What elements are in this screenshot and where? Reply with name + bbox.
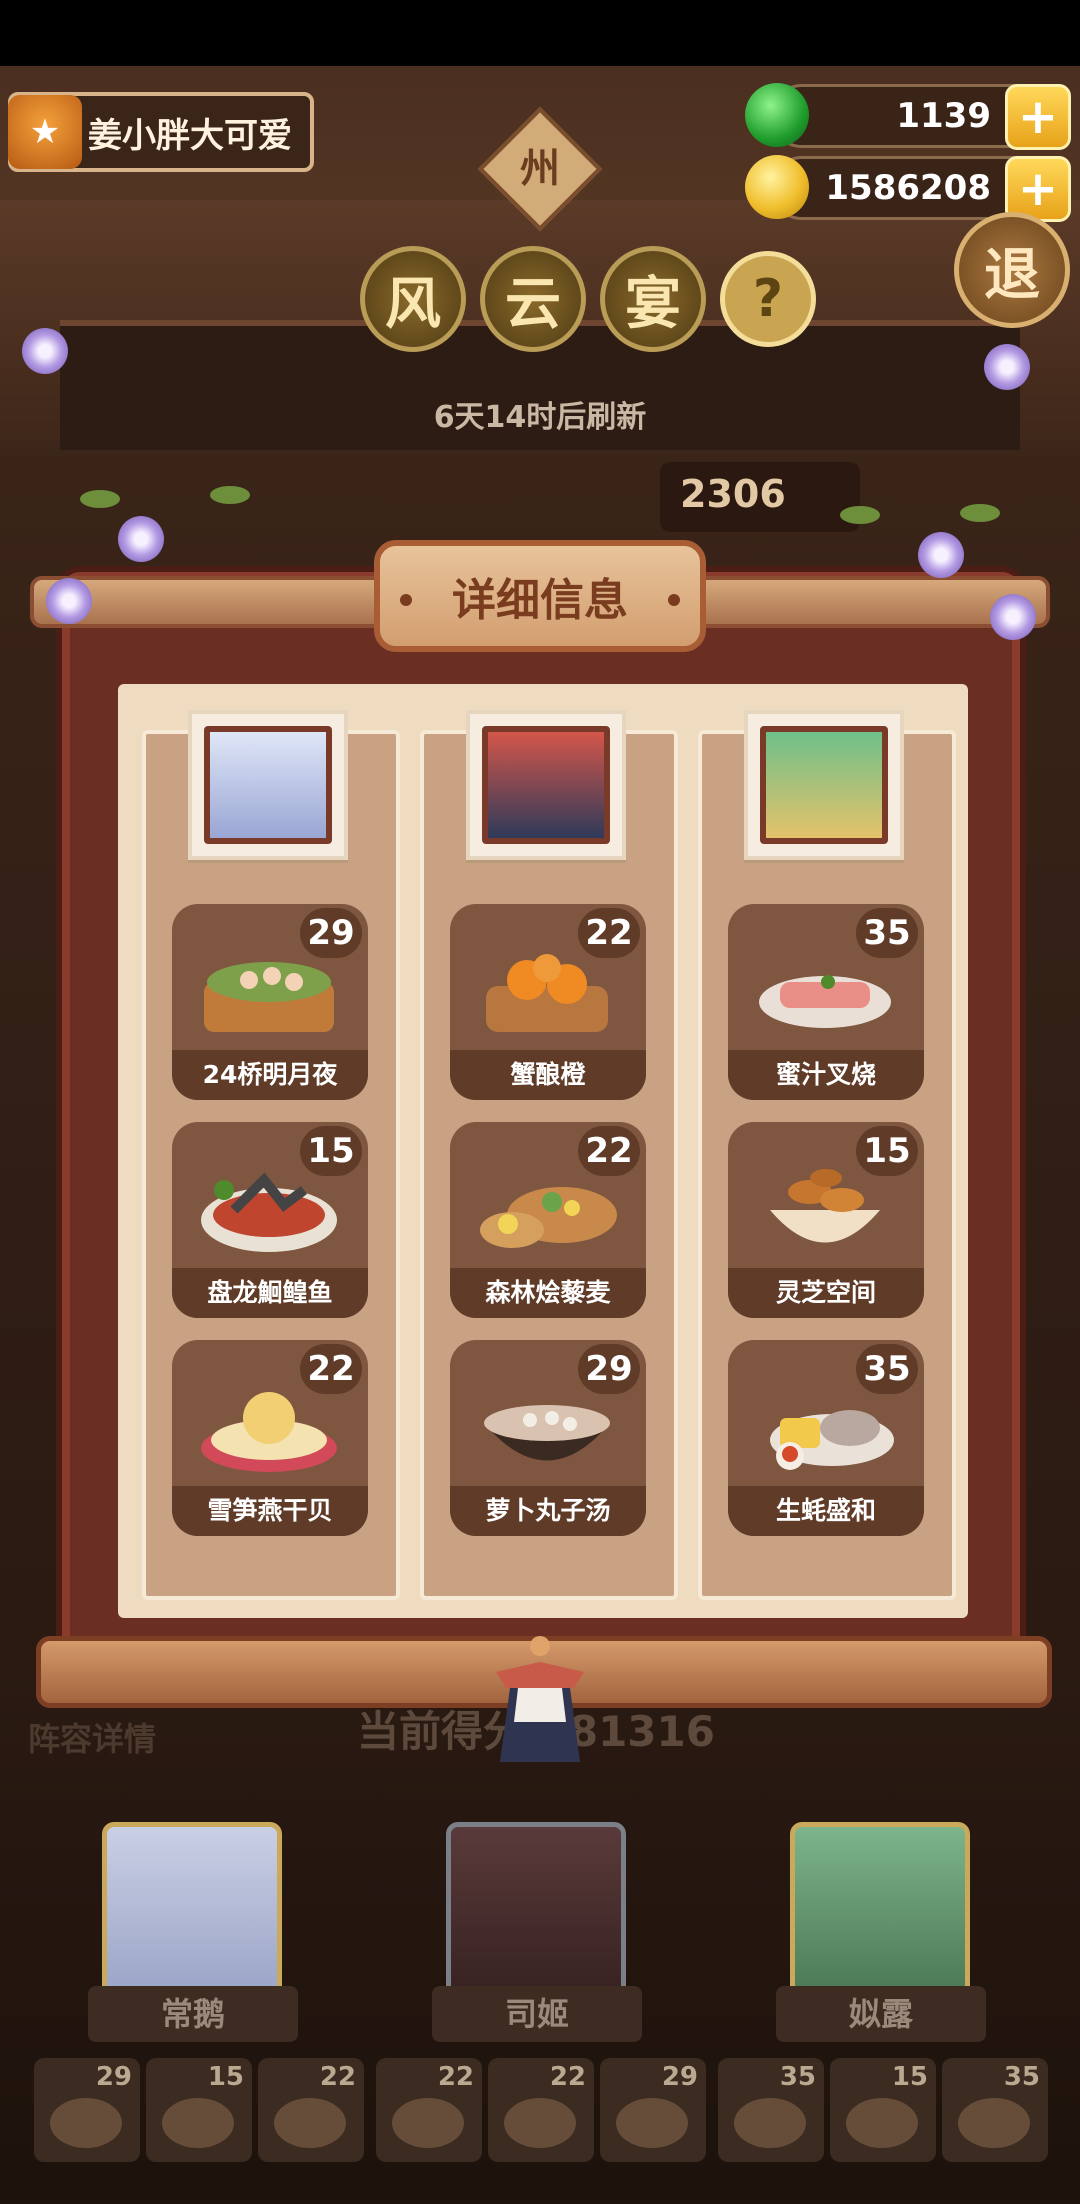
title-char-2: 云: [480, 246, 586, 352]
dish-name: 蜜汁叉烧: [728, 1050, 924, 1100]
mini-dish-1[interactable]: 29: [34, 2058, 140, 2162]
dish-name: 萝卜丸子汤: [450, 1486, 646, 1536]
dish-icon: [846, 2098, 918, 2148]
mini-dish-3[interactable]: 22: [258, 2058, 364, 2162]
mini-dish-level: 29: [95, 2062, 132, 2092]
leaf-decoration: [840, 506, 880, 524]
chef-avatar: [760, 726, 888, 844]
dish-name: 生蚝盛和: [728, 1486, 924, 1536]
player-name: 姜小胖大可爱: [88, 115, 292, 156]
mini-dish-2[interactable]: 15: [146, 2058, 252, 2162]
mini-dish-level: 22: [437, 2062, 474, 2092]
flower-decoration: [990, 594, 1036, 640]
player-badge[interactable]: ★ 姜小胖大可爱: [8, 92, 314, 172]
leaf-decoration: [80, 490, 120, 508]
dish-card[interactable]: 22 森林烩藜麦: [450, 1122, 646, 1318]
dish-name: 蟹酿橙: [450, 1050, 646, 1100]
dish-icon: [770, 1169, 880, 1243]
dish-icon: [770, 1410, 894, 1470]
mini-dish-level: 15: [207, 2062, 244, 2092]
chef-portrait-1[interactable]: [188, 710, 348, 860]
mini-dish-7[interactable]: 35: [718, 2058, 824, 2162]
dish-icon: [480, 1187, 617, 1248]
refresh-timer: 6天14时后刷新: [433, 400, 647, 435]
leaf-decoration: [210, 486, 250, 504]
jade-value: 1139: [896, 96, 991, 136]
flower-decoration: [22, 328, 68, 374]
player-avatar: ★: [8, 95, 82, 169]
leaf-decoration: [960, 504, 1000, 522]
dish-icon: [162, 2098, 234, 2148]
dish-icon: [484, 1405, 610, 1461]
character-name-1: 常鹅: [88, 1986, 298, 2042]
flower-decoration: [118, 516, 164, 562]
score-display-partial: 2306: [660, 462, 860, 532]
dish-icon: [392, 2098, 464, 2148]
mini-dish-level: 15: [891, 2062, 928, 2092]
dish-icon: [274, 2098, 346, 2148]
mini-dish-level: 35: [779, 2062, 816, 2092]
mini-dish-level: 22: [549, 2062, 586, 2092]
event-title: 风 云 宴 ?: [360, 246, 816, 352]
dish-card[interactable]: 29 萝卜丸子汤: [450, 1340, 646, 1536]
lineup-details-label[interactable]: 阵容详情: [28, 1714, 156, 1760]
dish-name: 灵芝空间: [728, 1268, 924, 1318]
chef-avatar: [482, 726, 610, 844]
dish-icon: [204, 962, 334, 1032]
character-name-2: 司姬: [432, 1986, 642, 2042]
mini-dish-4[interactable]: 22: [376, 2058, 482, 2162]
dish-name: 24桥明月夜: [172, 1050, 368, 1100]
dish-icon: [50, 2098, 122, 2148]
modal-title: 详细信息: [374, 540, 706, 652]
dish-icon: [616, 2098, 688, 2148]
dish-icon: [486, 954, 608, 1032]
help-button[interactable]: ?: [720, 251, 816, 347]
dish-card[interactable]: 15 灵芝空间: [728, 1122, 924, 1318]
coin-value: 1586208: [825, 168, 991, 208]
coin-counter: 1586208 +: [745, 155, 1071, 222]
chef-avatar: [204, 726, 332, 844]
coin-icon: [745, 155, 809, 219]
dish-icon: [759, 975, 891, 1028]
flower-decoration: [918, 532, 964, 578]
title-char-1: 风: [360, 246, 466, 352]
dish-name: 雪笋燕干贝: [172, 1486, 368, 1536]
region-char: 州: [520, 146, 560, 192]
dish-icon: [504, 2098, 576, 2148]
dish-card[interactable]: 35 生蚝盛和: [728, 1340, 924, 1536]
mini-dish-8[interactable]: 15: [830, 2058, 936, 2162]
chef-portrait-2[interactable]: [466, 710, 626, 860]
mini-dish-5[interactable]: 22: [488, 2058, 594, 2162]
dish-icon: [958, 2098, 1030, 2148]
dish-icon: [734, 2098, 806, 2148]
character-name-3: 姒露: [776, 1986, 986, 2042]
exit-button[interactable]: 退: [954, 212, 1070, 328]
mini-dish-9[interactable]: 35: [942, 2058, 1048, 2162]
dish-icon: [201, 1172, 337, 1252]
flower-decoration: [984, 344, 1030, 390]
dish-name: 盘龙鮰鳇鱼: [172, 1268, 368, 1318]
mini-dish-6[interactable]: 29: [600, 2058, 706, 2162]
jade-counter: 1139 +: [745, 83, 1071, 150]
mini-dish-level: 29: [661, 2062, 698, 2092]
dish-icon: [201, 1392, 337, 1472]
flower-decoration: [46, 578, 92, 624]
dish-card[interactable]: 22 雪笋燕干贝: [172, 1340, 368, 1536]
add-jade-button[interactable]: +: [1005, 84, 1071, 150]
tassel-icon: [496, 1636, 584, 1762]
dish-card[interactable]: 35 蜜汁叉烧: [728, 904, 924, 1100]
game-screen: ★ 姜小胖大可爱 1139 + 1586208 + 州 风 云 宴 ? 退 6天…: [0, 0, 1080, 2204]
mini-dish-level: 35: [1003, 2062, 1040, 2092]
mini-dish-level: 22: [319, 2062, 356, 2092]
dish-name: 森林烩藜麦: [450, 1268, 646, 1318]
dish-card[interactable]: 22 蟹酿橙: [450, 904, 646, 1100]
title-char-3: 宴: [600, 246, 706, 352]
jade-icon: [745, 83, 809, 147]
dish-card[interactable]: 29 24桥明月夜: [172, 904, 368, 1100]
chef-portrait-3[interactable]: [744, 710, 904, 860]
dish-card[interactable]: 15 盘龙鮰鳇鱼: [172, 1122, 368, 1318]
